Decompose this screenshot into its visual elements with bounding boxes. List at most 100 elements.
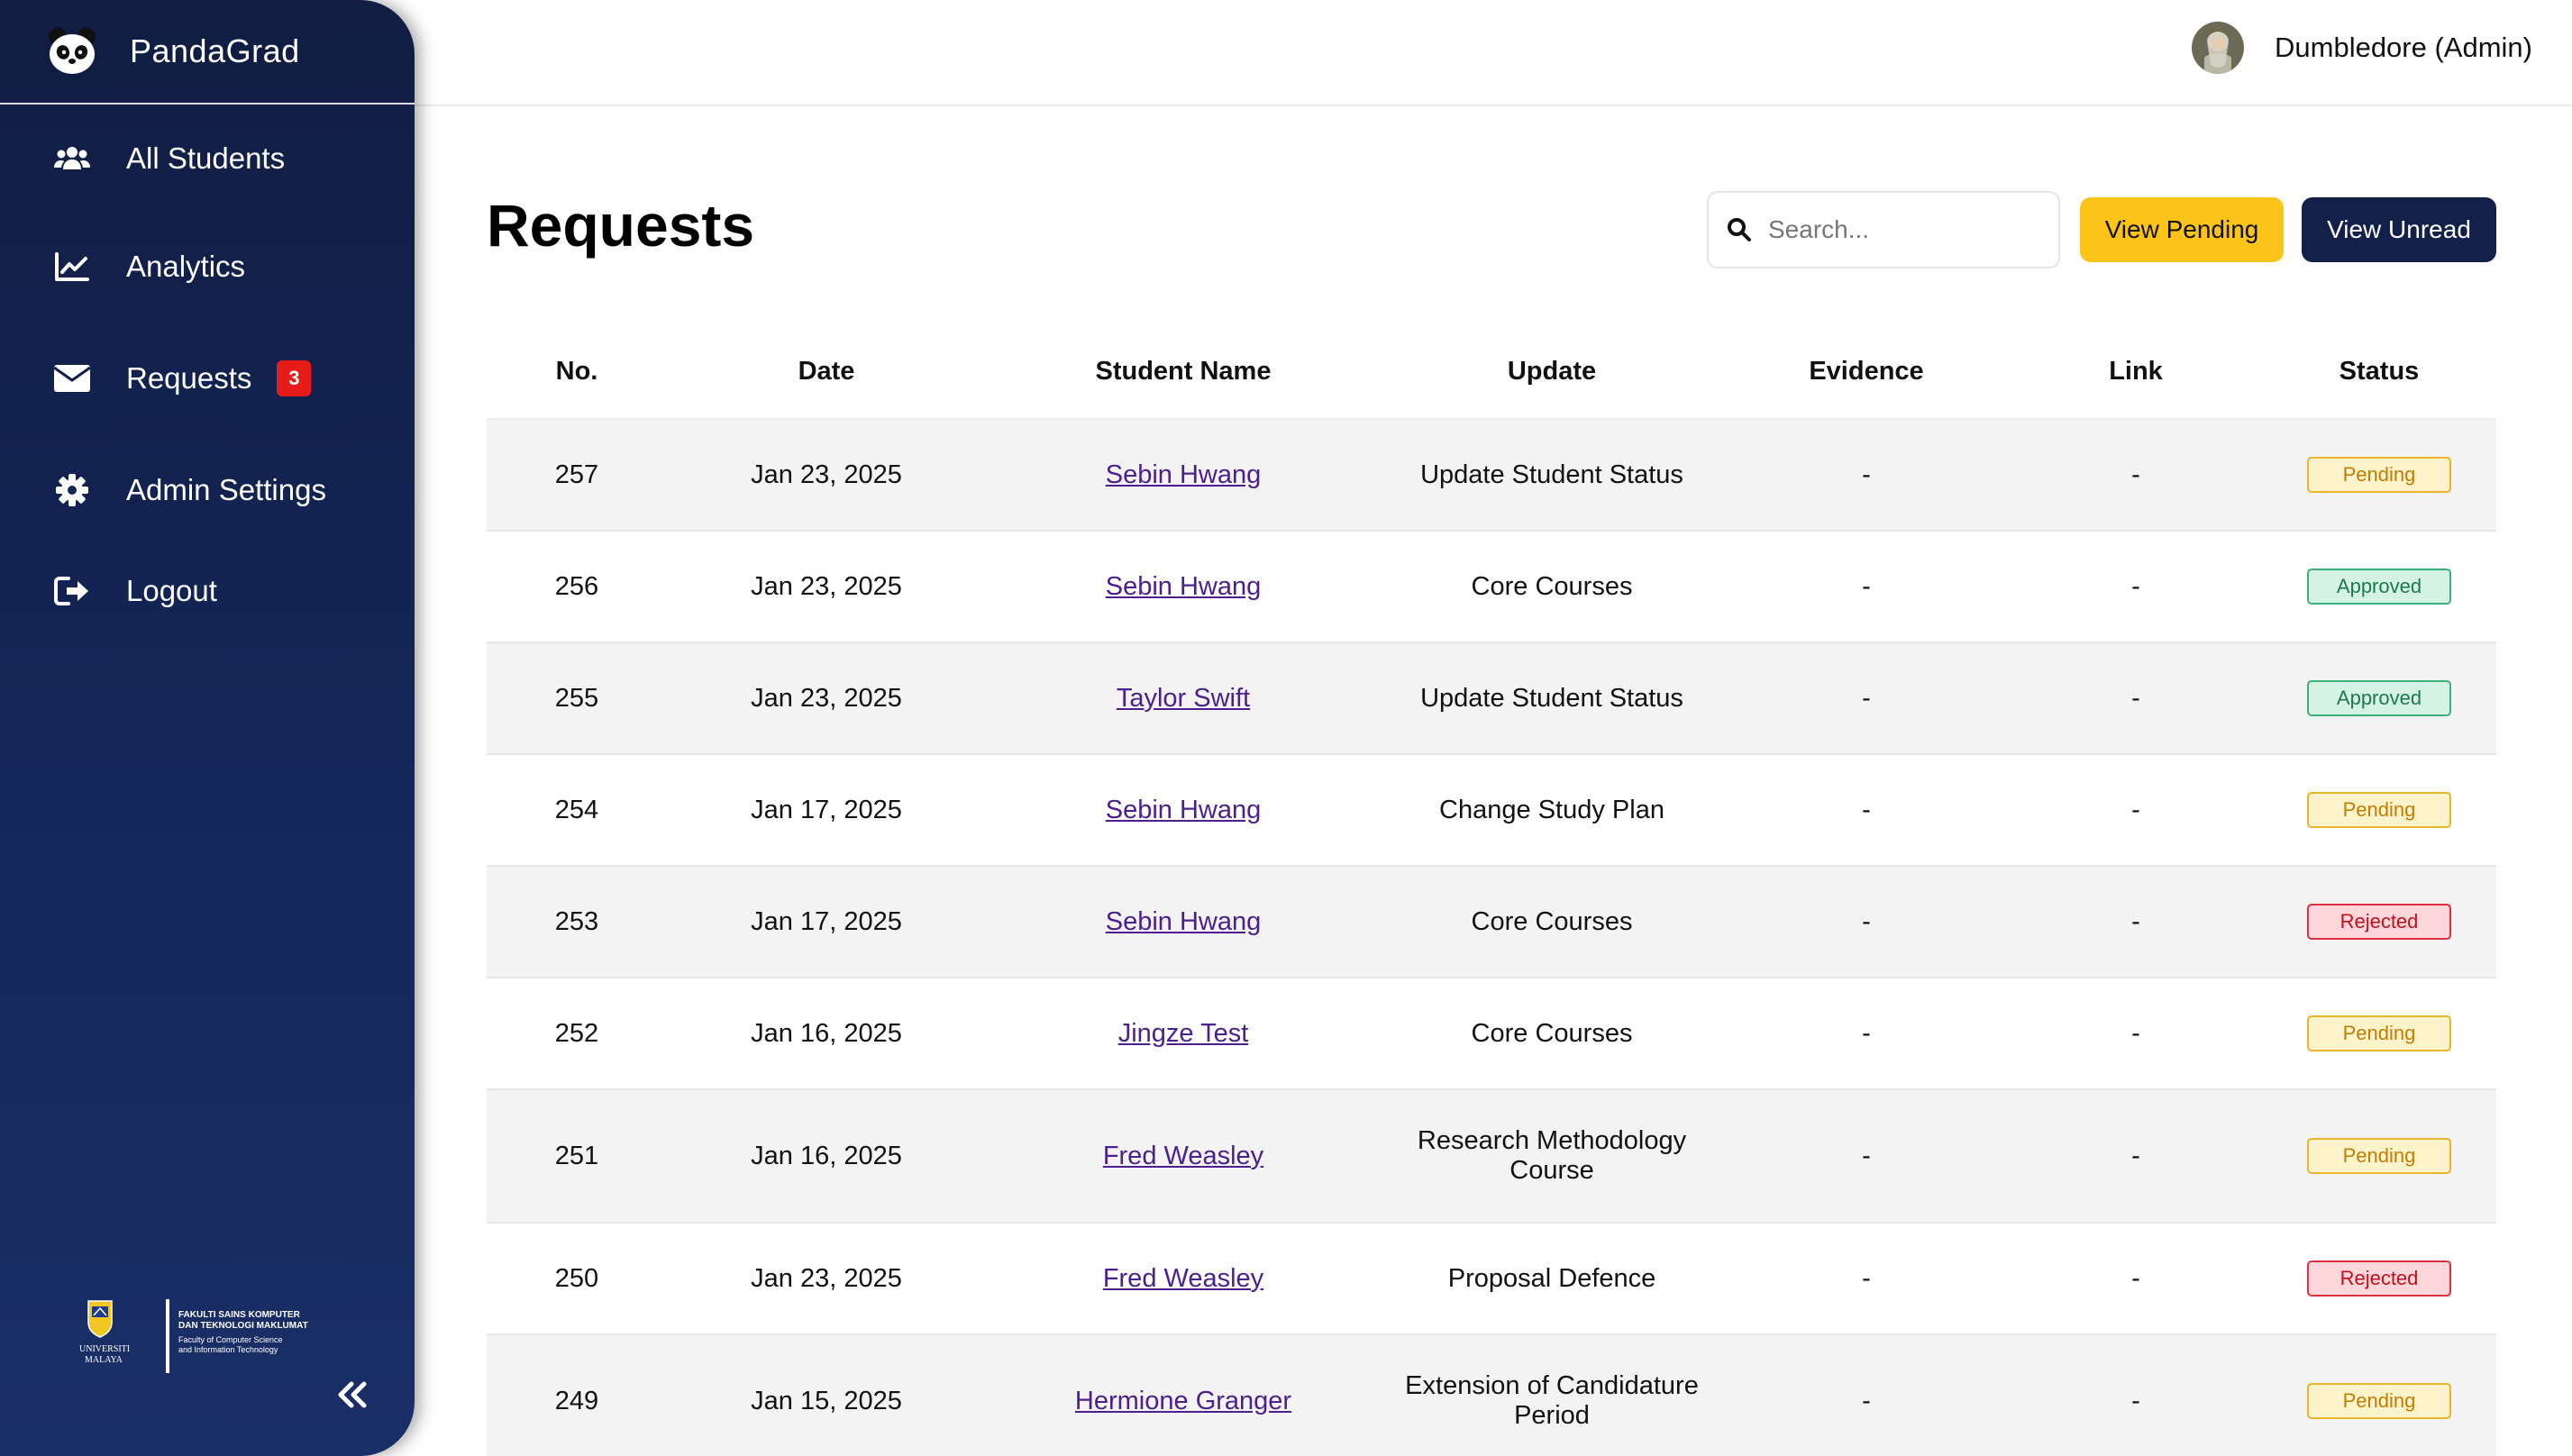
table-header: No. Date Student Name Update Evidence Li…	[487, 324, 2496, 420]
cell-evidence: -	[1862, 460, 1871, 489]
cell-link: -	[2131, 906, 2140, 936]
chart-line-icon	[52, 247, 92, 287]
student-name-link[interactable]: Hermione Granger	[1075, 1387, 1291, 1415]
update-text-line: Core Courses	[1471, 906, 1633, 936]
cell-status: Approved	[2262, 680, 2496, 716]
cell-date: Jan 23, 2025	[751, 571, 902, 601]
cell-date: Jan 15, 2025	[751, 1386, 902, 1415]
sidebar: PandaGrad All Students Analytics Request…	[0, 0, 415, 1456]
cell-status: Rejected	[2262, 1260, 2496, 1297]
cell-student-name: Sebin Hwang	[986, 796, 1381, 825]
table-row[interactable]: 253 Jan 17, 2025 Sebin Hwang Core Courses - -…	[487, 867, 2496, 978]
student-name-link[interactable]: Fred Weasley	[1103, 1264, 1263, 1293]
cell-no: 255	[554, 683, 599, 713]
update-text-line: Update Student Status	[1420, 683, 1683, 713]
status-badge: Pending	[2307, 1383, 2451, 1419]
cell-date: Jan 23, 2025	[751, 683, 902, 713]
cell-evidence: -	[1862, 683, 1871, 713]
cell-date: Jan 16, 2025	[751, 1141, 902, 1170]
cell-evidence: -	[1862, 1018, 1871, 1048]
university-logo: UNIVERSITI MALAYA FAKULTI SAINS KOMPUTER…	[79, 1299, 308, 1373]
table-row[interactable]: 254 Jan 17, 2025 Sebin Hwang Change Study P…	[487, 755, 2496, 867]
student-name-link[interactable]: Fred Weasley	[1103, 1142, 1263, 1170]
faculty-name-en-line1: Faculty of Computer Science	[178, 1335, 283, 1344]
table-body: 257 Jan 23, 2025 Sebin Hwang Update Student…	[487, 420, 2496, 1456]
logout-icon	[52, 571, 92, 611]
panda-logo-icon	[49, 28, 96, 74]
search-box	[1707, 191, 2060, 268]
university-name-line2: MALAYA	[85, 1355, 123, 1365]
cell-date: Jan 16, 2025	[751, 1018, 902, 1048]
cell-link: -	[2131, 1263, 2140, 1293]
requests-count-badge: 3	[277, 360, 312, 396]
table-row[interactable]: 252 Jan 16, 2025 Jingze Test Core Courses - -…	[487, 978, 2496, 1090]
student-name-link[interactable]: Sebin Hwang	[1106, 796, 1262, 824]
collapse-sidebar-icon[interactable]	[332, 1377, 371, 1413]
student-name-link[interactable]: Sebin Hwang	[1106, 460, 1262, 489]
app: PandaGrad All Students Analytics Request…	[0, 0, 2572, 1456]
brand[interactable]: PandaGrad	[0, 0, 415, 105]
column-header-student-name: Student Name	[1095, 356, 1272, 386]
student-name-link[interactable]: Sebin Hwang	[1106, 907, 1262, 936]
cell-student-name: Taylor Swift	[986, 684, 1381, 714]
cell-status: Rejected	[2262, 904, 2496, 940]
cell-date: Jan 23, 2025	[751, 460, 902, 489]
requests-table: No. Date Student Name Update Evidence Li…	[487, 324, 2496, 1456]
update-text-line: Course	[1509, 1156, 1594, 1185]
cell-update: Research Methodology Course	[1381, 1126, 1723, 1186]
status-badge: Pending	[2307, 1138, 2451, 1174]
status-badge: Approved	[2307, 569, 2451, 605]
cell-update: Update Student Status	[1381, 684, 1723, 714]
sidebar-item-admin-settings[interactable]: Admin Settings	[0, 454, 415, 526]
sidebar-item-analytics[interactable]: Analytics	[0, 231, 415, 303]
cell-date: Jan 17, 2025	[751, 906, 902, 936]
update-text-line: Research Methodology	[1417, 1126, 1687, 1155]
sidebar-item-logout[interactable]: Logout	[0, 555, 415, 627]
sidebar-item-all-students[interactable]: All Students	[0, 123, 415, 195]
sidebar-item-label: Logout	[126, 574, 217, 607]
cell-no: 249	[554, 1386, 599, 1415]
search-input[interactable]	[1768, 215, 2029, 244]
column-header-status: Status	[2339, 356, 2420, 386]
user-menu[interactable]: Dumbledore (Admin)	[2192, 22, 2532, 74]
table-row[interactable]: 251 Jan 16, 2025 Fred Weasley Research Meth…	[487, 1090, 2496, 1224]
table-row[interactable]: 257 Jan 23, 2025 Sebin Hwang Update Student…	[487, 420, 2496, 532]
student-name-link[interactable]: Sebin Hwang	[1106, 572, 1262, 601]
sidebar-item-label: Analytics	[126, 250, 246, 283]
cell-student-name: Sebin Hwang	[986, 572, 1381, 602]
table-row[interactable]: 256 Jan 23, 2025 Sebin Hwang Core Courses - -…	[487, 532, 2496, 643]
student-name-link[interactable]: Taylor Swift	[1117, 684, 1250, 713]
update-text-line: Extension of Candidature	[1405, 1371, 1699, 1400]
cell-update: Core Courses	[1381, 907, 1723, 937]
cell-date: Jan 17, 2025	[751, 795, 902, 824]
faculty-name-ms-line1: FAKULTI SAINS KOMPUTER	[178, 1310, 301, 1320]
table-row[interactable]: 250 Jan 23, 2025 Fred Weasley Proposal Defe…	[487, 1224, 2496, 1335]
view-pending-button[interactable]: View Pending	[2080, 197, 2284, 262]
table-row[interactable]: 255 Jan 23, 2025 Taylor Swift Update Studen…	[487, 643, 2496, 755]
cell-no: 257	[554, 460, 599, 489]
status-badge: Pending	[2307, 792, 2451, 828]
update-text-line: Update Student Status	[1420, 460, 1683, 489]
cell-link: -	[2131, 795, 2140, 824]
cell-update: Proposal Defence	[1381, 1264, 1723, 1294]
cell-link: -	[2131, 1141, 2140, 1170]
update-text-line: Change Study Plan	[1439, 795, 1665, 824]
cell-link: -	[2131, 683, 2140, 713]
cell-update: Core Courses	[1381, 1019, 1723, 1049]
status-badge: Approved	[2307, 680, 2451, 716]
status-badge: Pending	[2307, 1015, 2451, 1051]
sidebar-item-label: Requests	[126, 361, 252, 395]
view-unread-button[interactable]: View Unread	[2302, 197, 2496, 262]
user-name: Dumbledore (Admin)	[2275, 32, 2532, 63]
cell-status: Pending	[2262, 457, 2496, 493]
cell-link: -	[2131, 460, 2140, 489]
status-badge: Rejected	[2307, 904, 2451, 940]
cell-no: 250	[554, 1263, 599, 1293]
page-title: Requests	[487, 192, 755, 259]
cell-evidence: -	[1862, 906, 1871, 936]
cell-no: 256	[554, 571, 599, 601]
student-name-link[interactable]: Jingze Test	[1118, 1019, 1249, 1048]
university-name-line1: UNIVERSITI	[79, 1344, 130, 1354]
sidebar-item-requests[interactable]: Requests 3	[0, 342, 415, 414]
table-row[interactable]: 249 Jan 15, 2025 Hermione Granger Extension…	[487, 1335, 2496, 1456]
